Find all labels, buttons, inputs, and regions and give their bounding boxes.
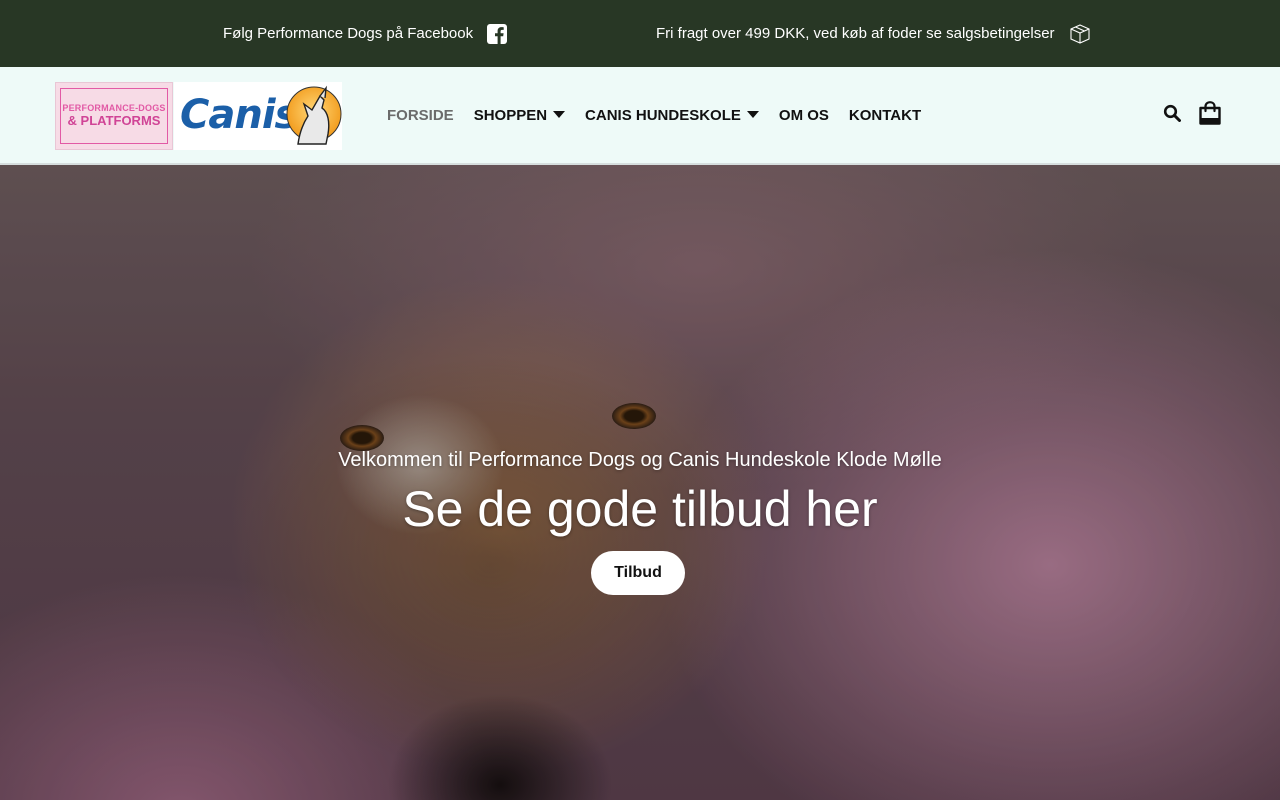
nav-item-kontakt[interactable]: KONTAKT	[849, 107, 921, 124]
chevron-down-icon[interactable]	[746, 111, 759, 119]
tilbud-button[interactable]: Tilbud	[591, 551, 685, 595]
performance-dogs-logo-frame: PERFORMANCE-DOGS & PLATFORMS	[60, 88, 168, 144]
wolf-howling-icon	[286, 85, 342, 145]
nav-item-kontakt-label[interactable]: KONTAKT	[849, 107, 921, 124]
facebook-follow-text[interactable]: Følg Performance Dogs på Facebook	[223, 25, 473, 42]
performance-dogs-logo[interactable]: PERFORMANCE-DOGS & PLATFORMS	[55, 82, 173, 150]
hero-banner: Velkommen til Performance Dogs og Canis …	[0, 165, 1280, 800]
nav-item-forside[interactable]: FORSIDE	[387, 107, 454, 124]
nav-item-shoppen[interactable]: SHOPPEN	[474, 107, 566, 124]
nav-item-shoppen-label[interactable]: SHOPPEN	[474, 107, 547, 124]
nav-item-canis-hundeskole[interactable]: CANIS HUNDESKOLE	[585, 107, 759, 124]
announcement-bar: Følg Performance Dogs på Facebook Fri fr…	[0, 0, 1280, 67]
facebook-square-icon[interactable]	[487, 23, 508, 44]
nav-item-forside-label[interactable]: FORSIDE	[387, 107, 454, 124]
box-icon	[1069, 23, 1090, 44]
shipping-notice[interactable]: Fri fragt over 499 DKK, ved køb af foder…	[656, 0, 1091, 67]
hero-subtitle: Velkommen til Performance Dogs og Canis …	[338, 449, 942, 471]
nav-item-canis-hundeskole-label[interactable]: CANIS HUNDESKOLE	[585, 107, 741, 124]
header-actions	[1163, 101, 1221, 125]
facebook-follow-link[interactable]: Følg Performance Dogs på Facebook	[223, 0, 508, 67]
site-header: PERFORMANCE-DOGS & PLATFORMS Canis FORSI…	[0, 67, 1280, 165]
nav-item-om-os-label[interactable]: OM OS	[779, 107, 829, 124]
chevron-down-icon[interactable]	[553, 111, 566, 119]
shopping-bag-icon[interactable]	[1199, 101, 1221, 125]
nav-item-om-os[interactable]: OM OS	[779, 107, 829, 124]
performance-dogs-logo-line2: & PLATFORMS	[67, 112, 161, 128]
search-icon[interactable]	[1163, 104, 1181, 122]
main-nav: FORSIDE SHOPPEN CANIS HUNDESKOLE OM OS K…	[387, 67, 941, 163]
hero-title: Se de gode tilbud her	[402, 481, 878, 537]
shipping-notice-text[interactable]: Fri fragt over 499 DKK, ved køb af foder…	[656, 25, 1055, 42]
canis-logo[interactable]: Canis	[174, 82, 342, 150]
